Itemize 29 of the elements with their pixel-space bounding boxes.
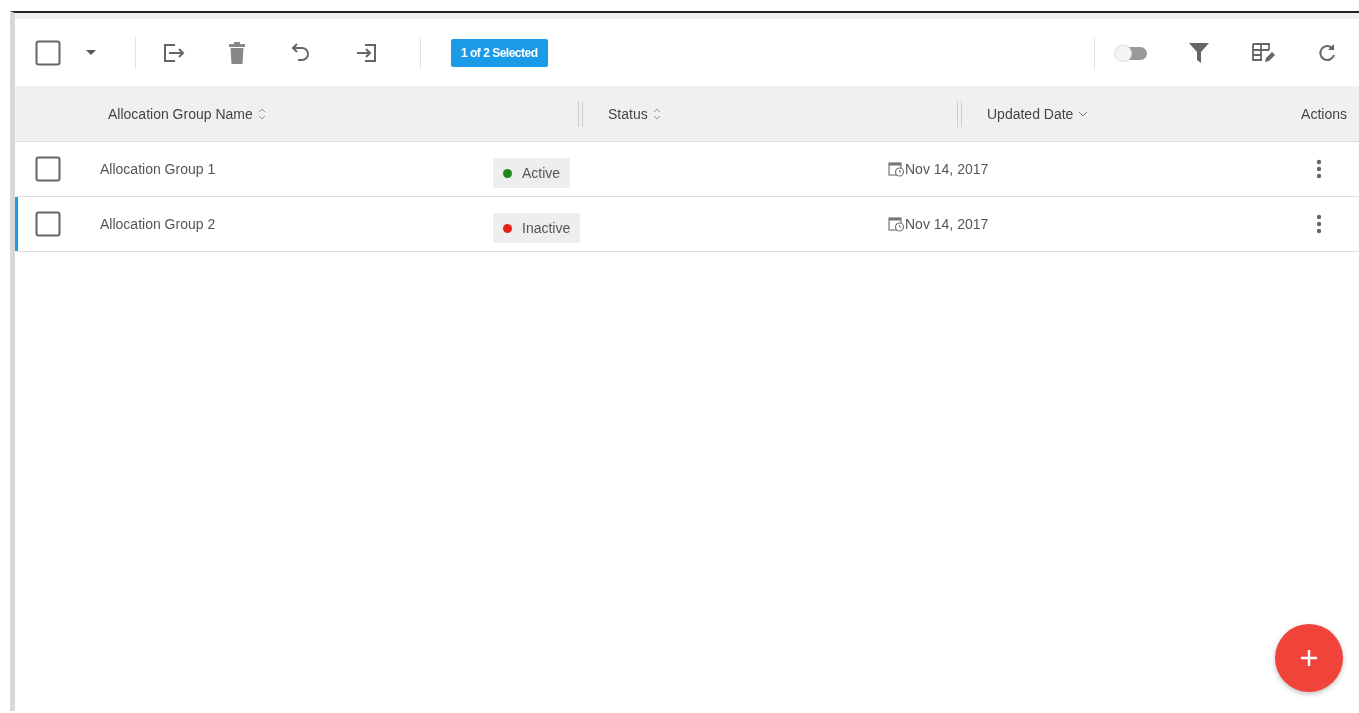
table-cell: Nov 14, 2017 [905,161,989,177]
more-vertical-icon[interactable] [1316,214,1322,234]
calendar-clock-icon [888,216,905,232]
import-icon [355,42,377,63]
checkbox[interactable] [35,211,61,237]
column-header[interactable]: Allocation Group Name [108,105,253,122]
plus-icon [1300,649,1318,667]
status-badge: Active [493,158,571,188]
table-edit-icon [1251,41,1275,64]
selection-count-badge: 1 of 2 Selected [451,38,548,67]
column-header[interactable]: Status [608,105,648,122]
trash-icon [229,41,245,64]
filter-icon [1188,41,1210,64]
table-cell-text: Allocation Group 1 [100,161,217,177]
table-cell-text: Allocation Group 2 [100,216,217,232]
checkbox[interactable] [35,156,61,182]
column-header[interactable]: Updated Date [987,105,1074,122]
toggle-switch[interactable] [1113,43,1149,62]
export-icon [163,42,185,63]
caret-icon [86,49,96,56]
undo-icon [291,41,311,64]
checkbox[interactable] [35,39,61,66]
more-vertical-icon[interactable] [1316,159,1322,179]
sort-down-icon[interactable] [1078,109,1089,118]
status-badge: Inactive [493,213,581,243]
table-cell: Nov 14, 2017 [905,216,989,232]
column-header[interactable]: Actions [1301,105,1347,122]
calendar-clock-icon [888,161,905,177]
refresh-icon [1317,42,1337,63]
